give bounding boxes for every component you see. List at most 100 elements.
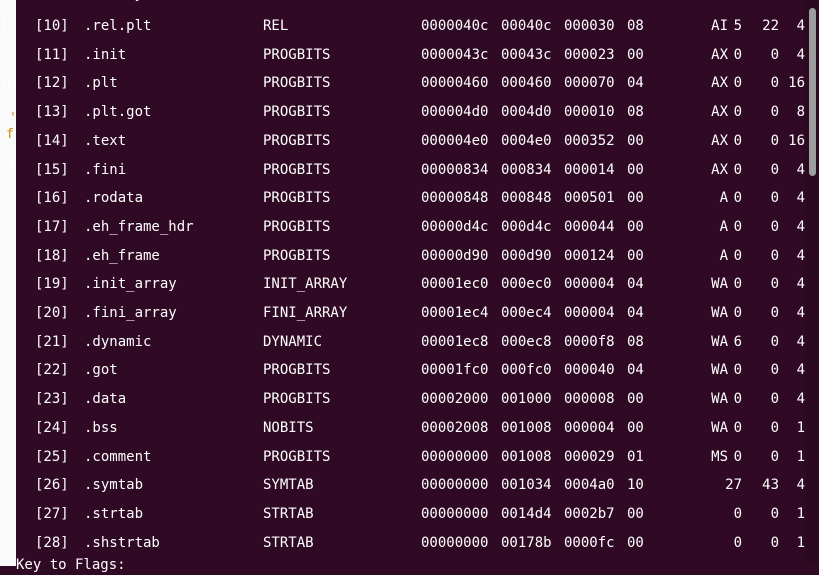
cell-lk: 0: [733, 448, 742, 465]
cell-num: [18]: [35, 247, 69, 264]
cell-addr: 00002000: [421, 391, 489, 408]
cell-lk: 5: [733, 18, 742, 34]
cell-off: 000ec4: [501, 305, 552, 321]
cell-lk: 0: [733, 161, 742, 178]
cell-es: 04: [627, 276, 644, 293]
cell-addr: 00000460: [421, 75, 489, 92]
cell-es: 04: [627, 305, 644, 321]
cell-al: 4: [796, 218, 805, 235]
cell-al: 1: [796, 419, 805, 436]
cell-es: 08: [627, 0, 647, 4]
cell-inf: 0: [770, 534, 779, 551]
cell-lk: 0: [733, 132, 742, 149]
cell-al: 4: [796, 190, 805, 207]
cell-name: .text: [84, 132, 127, 149]
cell-off: 0003bc: [501, 0, 561, 4]
cell-al: 1: [796, 505, 805, 522]
cell-type: PROGBITS: [263, 448, 331, 465]
cell-name: .strtab: [84, 505, 144, 522]
cell-num: [13]: [35, 104, 69, 121]
cell-off: 0014d4: [501, 505, 552, 522]
cell-addr: 00002008: [421, 419, 489, 436]
cell-es: 00: [627, 391, 644, 408]
cell-lk: 0: [733, 75, 742, 92]
scrollbar-thumb[interactable]: [809, 8, 816, 176]
cell-num: [25]: [35, 448, 69, 465]
cell-off: 00040c: [501, 18, 552, 34]
cell-inf: 0: [770, 46, 779, 63]
cell-num: [22]: [35, 362, 69, 379]
cell-size: 0002b7: [564, 505, 615, 522]
cell-lk: 0: [733, 104, 742, 121]
cell-num: [20]: [35, 305, 69, 321]
cell-name: .symtab: [84, 477, 144, 494]
cell-size: 000352: [564, 132, 615, 149]
cell-lk: 0: [733, 276, 742, 293]
cell-al: 4: [796, 18, 805, 34]
cell-type: REL: [263, 0, 383, 4]
cell-al: 4: [796, 247, 805, 264]
cell-size: 000124: [564, 247, 615, 264]
cell-name: .data: [84, 391, 127, 408]
cell-name: .comment: [84, 448, 152, 465]
cell-off: 000460: [501, 75, 552, 92]
cell-size: 000004: [564, 305, 615, 321]
background-text-fragment: [): [1, 17, 17, 32]
cell-addr: 000004e0: [421, 132, 489, 149]
cell-size: 000004: [564, 419, 615, 436]
cell-lk: 0: [733, 218, 742, 235]
flags-key-heading: Key to Flags:: [16, 557, 126, 573]
cell-es: 00: [627, 190, 644, 207]
cell-lk: 0: [733, 505, 742, 522]
cell-lk: 0: [733, 391, 742, 408]
cell-addr: 000003bc: [421, 0, 496, 4]
cell-lk: 27: [725, 477, 742, 494]
cell-addr: 00000000: [421, 477, 489, 494]
cell-lk: 0: [733, 46, 742, 63]
cell-size: 000023: [564, 46, 615, 63]
background-window-strip: [) h[ ' f, s: [0, 0, 22, 566]
cell-lk: 0: [733, 247, 742, 264]
cell-off: 001008: [501, 419, 552, 436]
cell-num: [12]: [35, 75, 69, 92]
cell-off: 000ec8: [501, 333, 552, 350]
cell-al: 8: [796, 104, 805, 121]
terminal-output[interactable]: [ 9].rel.dynREL000003bc0003bc00005008A50…: [16, 0, 806, 573]
cell-al: 4: [796, 362, 805, 379]
cell-size: 0004a0: [564, 477, 615, 494]
cell-inf: 0: [770, 448, 779, 465]
cell-inf: 0: [770, 132, 779, 149]
cell-es: 08: [627, 333, 644, 350]
cell-es: 04: [627, 362, 644, 379]
cell-addr: 00000834: [421, 161, 489, 178]
cell-off: 0004e0: [501, 132, 552, 149]
cell-size: 000004: [564, 276, 615, 293]
cell-inf: 0: [770, 333, 779, 350]
cell-inf: 0: [770, 419, 779, 436]
cell-inf: 22: [762, 18, 779, 34]
cell-type: FINI_ARRAY: [263, 305, 348, 321]
cell-al: 4: [796, 477, 805, 494]
cell-off: 000834: [501, 161, 552, 178]
cell-inf: 0: [770, 276, 779, 293]
terminal-scrollbar[interactable]: [806, 0, 819, 566]
cell-lk: 0: [733, 362, 742, 379]
cell-type: STRTAB: [263, 534, 314, 551]
cell-addr: 0000040c: [421, 18, 489, 34]
cell-lk: 0: [733, 419, 742, 436]
cell-inf: 0: [770, 161, 779, 178]
cell-es: 01: [627, 448, 644, 465]
cell-num: [21]: [35, 333, 69, 350]
cell-type: PROGBITS: [263, 391, 331, 408]
cell-es: 10: [627, 477, 644, 494]
cell-name: .init_array: [84, 276, 177, 293]
cell-al: 4: [796, 391, 805, 408]
cell-type: PROGBITS: [263, 46, 331, 63]
cell-num: [28]: [35, 534, 69, 551]
cell-name: .dynamic: [84, 333, 152, 350]
cell-al: 4: [796, 333, 805, 350]
cell-es: 00: [627, 419, 644, 436]
cell-type: PROGBITS: [263, 218, 331, 235]
cell-size: 000040: [564, 362, 615, 379]
cell-off: 001008: [501, 448, 552, 465]
